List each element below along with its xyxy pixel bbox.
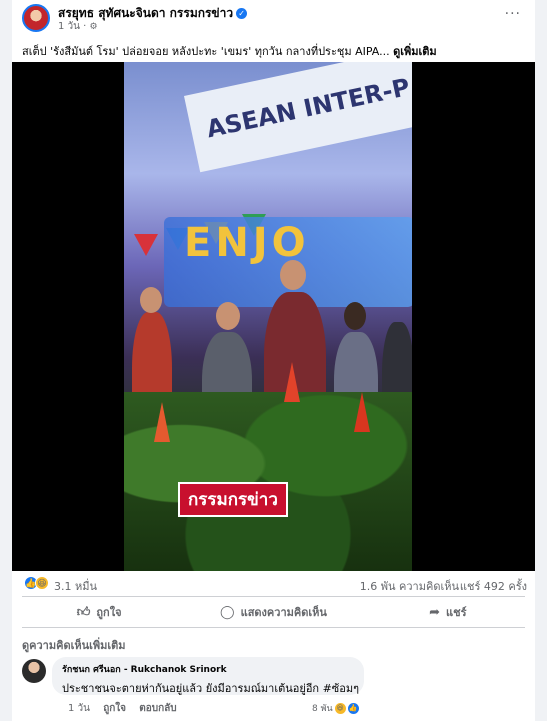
gear-icon: ⚙ (89, 22, 98, 32)
video-player[interactable]: ASEAN INTER-P ENJO กรรมกรข่าว (12, 62, 535, 571)
verified-badge-icon: ✓ (236, 8, 248, 19)
commenter-name[interactable]: รักชนก ศรีนอก - Rukchanok Srinork (62, 662, 354, 676)
divider (22, 596, 525, 597)
dancer-head (216, 302, 240, 330)
post-header: สรยุทธ สุทัศนะจินดา กรรมกรข่าว ✓ 1 วัน · … (12, 0, 535, 36)
haha-reaction-icon: 😆 (35, 576, 49, 590)
comment-time[interactable]: 1 วัน (68, 703, 90, 714)
author-name-text[interactable]: สรยุทธ สุทัศนะจินดา กรรมกรข่าว (58, 6, 233, 20)
share-button[interactable]: ➦ แชร์ (361, 600, 535, 624)
see-more-link[interactable]: ดูเพิ่มเติม (393, 45, 437, 58)
post-time[interactable]: 1 วัน (58, 21, 80, 32)
author-avatar[interactable] (22, 4, 50, 32)
like-button[interactable]: 👍︎ ถูกใจ (12, 600, 186, 624)
comment-meta: 1 วัน ถูกใจ ตอบกลับ (68, 701, 187, 716)
heliconia-flower (284, 362, 300, 402)
comment-button[interactable]: ◯ แสดงความคิดเห็น (186, 600, 360, 624)
watermark-label: กรรมกรข่าว (178, 482, 288, 517)
like-reaction-icon: 👍 (347, 702, 359, 714)
post-stats: 👍 😆 3.1 หมื่น 1.6 พัน ความคิดเห็น แชร์ 4… (12, 572, 535, 594)
comment-count[interactable]: 1.6 พัน ความคิดเห็น (360, 577, 459, 595)
comment-like-button[interactable]: ถูกใจ (103, 703, 126, 714)
post-actions: 👍︎ ถูกใจ ◯ แสดงความคิดเห็น ➦ แชร์ (12, 600, 535, 624)
dancer-head (140, 287, 162, 313)
share-label: แชร์ (446, 606, 467, 619)
bunting-flag (134, 234, 158, 256)
comment-bubble: รักชนก ศรีนอก - Rukchanok Srinork ประชาช… (52, 657, 364, 695)
haha-reaction-icon: 😆 (334, 702, 346, 714)
view-more-comments-link[interactable]: ดูความคิดเห็นเพิ่มเติม (22, 636, 126, 654)
comment-reactions[interactable]: 8 พัน 😆 👍 (312, 701, 359, 715)
comment-label: แสดงความคิดเห็น (240, 606, 327, 619)
heliconia-flower (354, 392, 370, 432)
comment-bubble-icon: ◯ (220, 604, 235, 620)
post-card: สรยุทธ สุทัศนะจินดา กรรมกรข่าว ✓ 1 วัน · … (12, 0, 535, 721)
reaction-icons[interactable]: 👍 😆 (24, 576, 49, 590)
comment-reply-button[interactable]: ตอบกลับ (139, 703, 176, 714)
post-caption: สเต็ป 'รังสีมันต์ โรม' ปล่อยจอย หลังปะทะ… (22, 42, 437, 60)
heliconia-flower (154, 402, 170, 442)
share-arrow-icon: ➦ (429, 604, 441, 620)
comment-reaction-count: 8 พัน (312, 704, 333, 714)
share-count[interactable]: แชร์ 492 ครั้ง (460, 577, 527, 595)
like-label: ถูกใจ (96, 606, 122, 619)
more-options-button[interactable]: ··· (505, 6, 521, 22)
reaction-count[interactable]: 3.1 หมื่น (54, 577, 97, 595)
commenter-avatar[interactable] (22, 659, 46, 683)
caption-text: สเต็ป 'รังสีมันต์ โรม' ปล่อยจอย หลังปะทะ… (22, 45, 390, 58)
video-frame: ASEAN INTER-P ENJO กรรมกรข่าว (124, 62, 412, 571)
dancer-head (344, 302, 366, 330)
thumbs-up-icon: 👍︎ (76, 604, 91, 620)
divider (22, 627, 525, 628)
post-meta: 1 วัน · ⚙ (58, 21, 98, 32)
dancer-head (280, 260, 306, 290)
comment-text: ประชาชนจะตายห่ากันอยู่แล้ว ยังมีอารมณ์มา… (62, 682, 360, 695)
